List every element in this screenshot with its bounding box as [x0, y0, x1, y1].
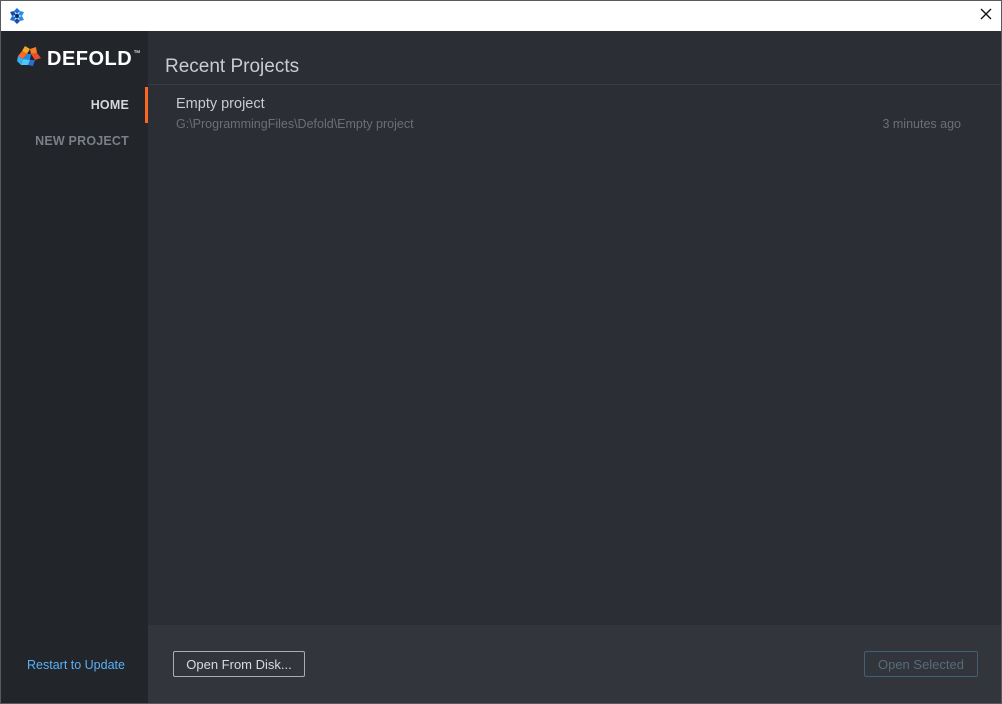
- sidebar-nav: HOME NEW PROJECT: [1, 87, 148, 159]
- page-title: Recent Projects: [165, 56, 300, 77]
- project-last-opened: 3 minutes ago: [882, 117, 961, 131]
- main-panel: Recent Projects Empty project G:\Program…: [148, 31, 1001, 625]
- footer-bar: Open From Disk... Open Selected: [148, 625, 1001, 703]
- sidebar: DEFOLD ™ HOME NEW PROJECT Restart to Upda…: [1, 31, 148, 703]
- sidebar-item-new-project[interactable]: NEW PROJECT: [1, 123, 148, 159]
- title-bar: [1, 1, 1001, 31]
- restart-to-update-link[interactable]: Restart to Update: [27, 658, 125, 672]
- defold-icon: [8, 7, 26, 25]
- defold-logo-mark-icon: [17, 45, 43, 73]
- welcome-window: DEFOLD ™ HOME NEW PROJECT Restart to Upda…: [0, 0, 1002, 704]
- title-divider: [148, 84, 1001, 85]
- project-path: G:\ProgrammingFiles\Defold\Empty project: [176, 117, 414, 131]
- logo-text: DEFOLD: [47, 47, 133, 70]
- defold-logo: DEFOLD ™: [17, 45, 141, 73]
- project-name: Empty project: [176, 96, 265, 112]
- list-item[interactable]: Empty project G:\ProgrammingFiles\Defold…: [148, 87, 1001, 137]
- close-button[interactable]: [971, 1, 1001, 31]
- open-selected-button[interactable]: Open Selected: [864, 651, 978, 677]
- open-from-disk-button[interactable]: Open From Disk...: [173, 651, 305, 677]
- logo-trademark: ™: [133, 49, 141, 57]
- close-icon: [980, 7, 992, 25]
- sidebar-item-home[interactable]: HOME: [1, 87, 148, 123]
